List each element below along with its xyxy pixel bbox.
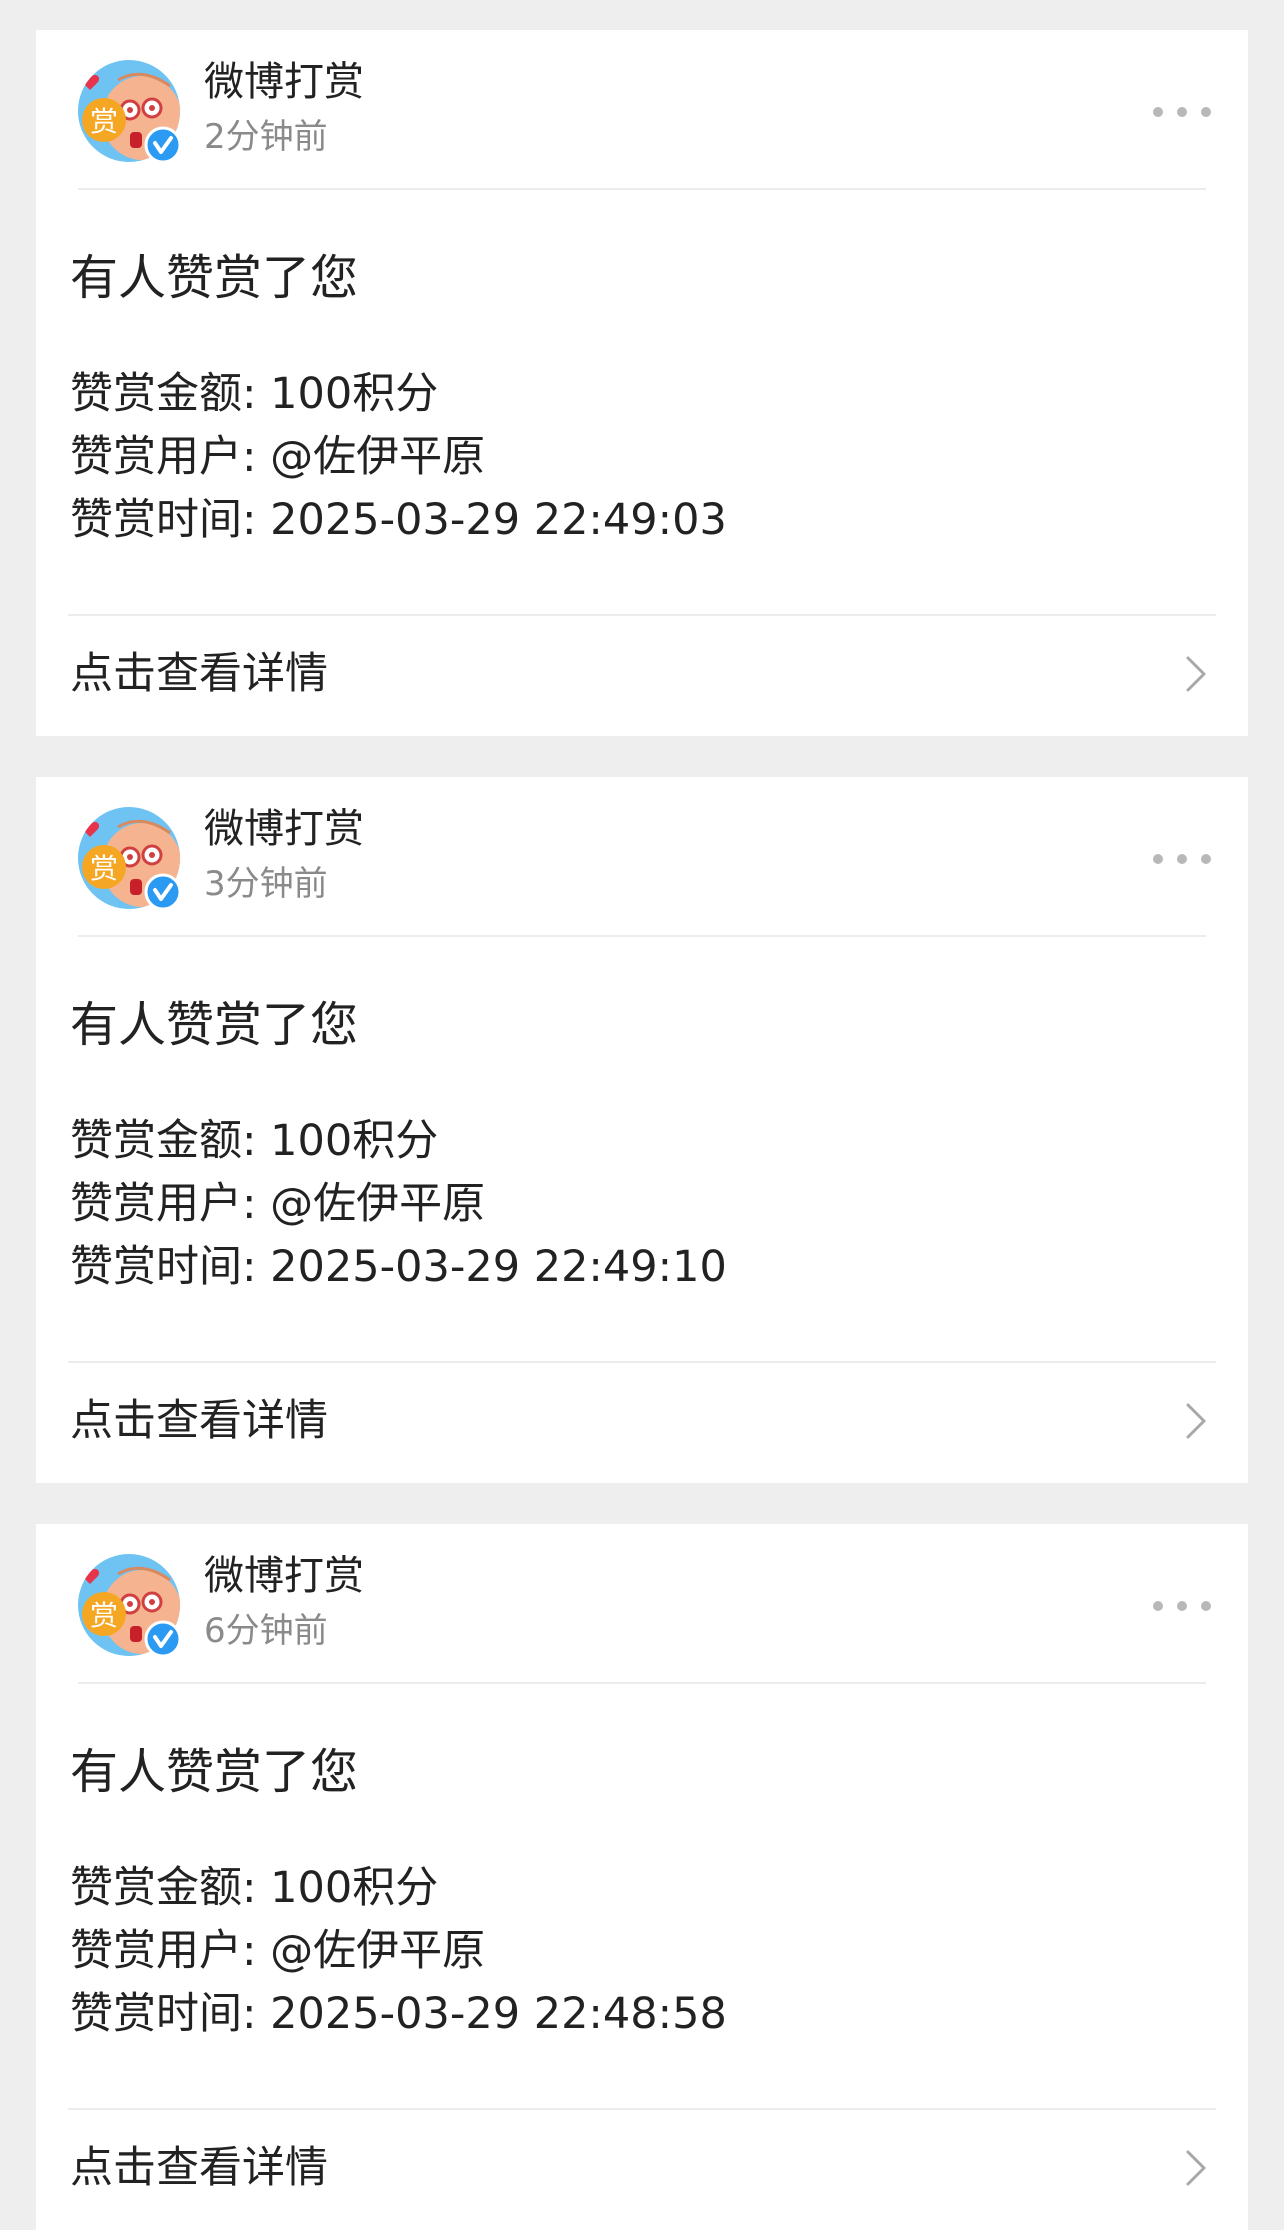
chevron-right-icon [1184, 1401, 1208, 1441]
notification-card: 赏 微博打赏 3分钟前 有人赞赏了您 赞赏金额: 100积分 赞赏用户: @佐伊… [36, 777, 1248, 1483]
chevron-right-icon [1184, 2148, 1208, 2188]
notification-card: 赏 微博打赏 6分钟前 有人赞赏了您 赞赏金额: 100积分 赞赏用户: @佐伊… [36, 1524, 1248, 2230]
more-button[interactable] [1144, 839, 1220, 879]
card-header: 赏 微博打赏 6分钟前 [36, 1524, 1248, 1684]
view-detail-label: 点击查看详情 [70, 649, 328, 699]
card-header: 赏 微博打赏 2分钟前 [36, 30, 1248, 190]
reward-amount: 赞赏金额: 100积分 [70, 1116, 439, 1166]
reward-user: 赞赏用户: @佐伊平原 [70, 1926, 486, 1976]
chevron-right-icon [1184, 654, 1208, 694]
avatar-badge-char: 赏 [90, 1599, 118, 1632]
reward-user: 赞赏用户: @佐伊平原 [70, 432, 486, 482]
notification-title: 有人赞赏了您 [70, 997, 359, 1053]
verified-check-icon [144, 873, 182, 911]
more-button[interactable] [1144, 1586, 1220, 1626]
more-dots-icon [1153, 107, 1211, 117]
view-detail-link[interactable]: 点击查看详情 [36, 616, 1248, 736]
verified-check-icon [144, 126, 182, 164]
post-time: 2分钟前 [204, 117, 328, 157]
view-detail-link[interactable]: 点击查看详情 [36, 1363, 1248, 1483]
sender-name[interactable]: 微博打赏 [204, 56, 364, 108]
view-detail-label: 点击查看详情 [70, 2143, 328, 2193]
notification-title: 有人赞赏了您 [70, 1744, 359, 1800]
divider [78, 188, 1206, 190]
reward-time: 赞赏时间: 2025-03-29 22:49:10 [70, 1242, 727, 1292]
post-time: 3分钟前 [204, 864, 328, 904]
more-button[interactable] [1144, 92, 1220, 132]
avatar-badge-char: 赏 [90, 105, 118, 138]
sender-name[interactable]: 微博打赏 [204, 1550, 364, 1602]
reward-amount: 赞赏金额: 100积分 [70, 369, 439, 419]
more-dots-icon [1153, 854, 1211, 864]
reward-user: 赞赏用户: @佐伊平原 [70, 1179, 486, 1229]
notification-title: 有人赞赏了您 [70, 250, 359, 306]
divider [78, 935, 1206, 937]
more-dots-icon [1153, 1601, 1211, 1611]
reward-amount: 赞赏金额: 100积分 [70, 1863, 439, 1913]
reward-time: 赞赏时间: 2025-03-29 22:48:58 [70, 1989, 727, 2039]
card-header: 赏 微博打赏 3分钟前 [36, 777, 1248, 937]
notification-feed: 赏 微博打赏 2分钟前 有人赞赏了您 赞赏金额: 100积分 赞赏用户: @佐伊… [0, 0, 1284, 2230]
post-time: 6分钟前 [204, 1611, 328, 1651]
reward-time: 赞赏时间: 2025-03-29 22:49:03 [70, 495, 727, 545]
view-detail-link[interactable]: 点击查看详情 [36, 2110, 1248, 2230]
view-detail-label: 点击查看详情 [70, 1396, 328, 1446]
sender-name[interactable]: 微博打赏 [204, 803, 364, 855]
notification-card: 赏 微博打赏 2分钟前 有人赞赏了您 赞赏金额: 100积分 赞赏用户: @佐伊… [36, 30, 1248, 736]
verified-check-icon [144, 1620, 182, 1658]
divider [78, 1682, 1206, 1684]
avatar-badge-char: 赏 [90, 852, 118, 885]
